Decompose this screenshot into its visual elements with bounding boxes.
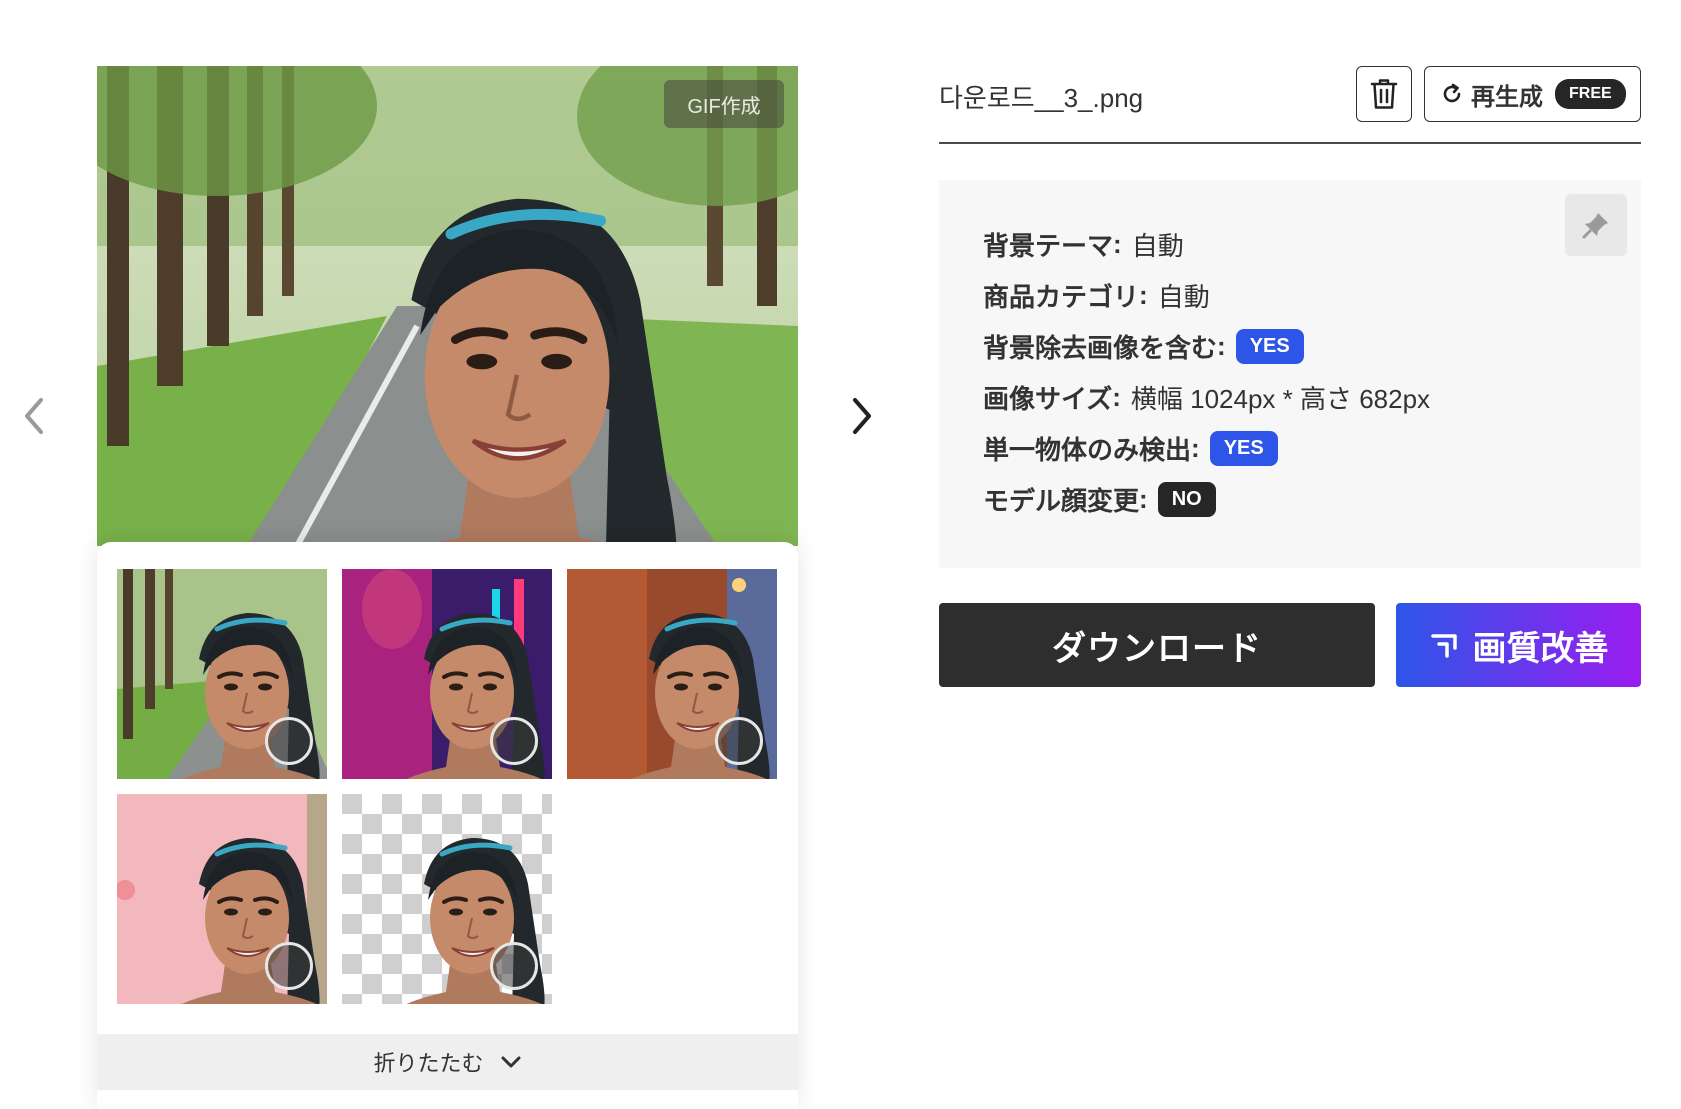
info-row-category: 商品カテゴリ : 自動 [983,277,1210,313]
variation-panel: 折りたたむ [97,542,798,1109]
info-value: 自動 [1131,230,1184,261]
select-ring-icon[interactable] [715,717,763,765]
delete-button[interactable] [1356,66,1412,122]
previous-image-button[interactable] [14,386,54,446]
thumbnail-pink[interactable] [117,794,327,1004]
info-row-include-removed-bg: 背景除去画像を含む : YES [983,328,1304,364]
regenerate-button[interactable]: 再生成 FREE [1424,66,1641,122]
upscale-icon [1430,634,1457,658]
chevron-down-icon [501,1056,520,1068]
pin-button[interactable] [1565,194,1627,256]
title-divider [939,142,1641,144]
select-ring-icon[interactable] [490,942,538,990]
select-ring-icon[interactable] [265,942,313,990]
free-badge: FREE [1555,79,1626,109]
info-row-single-object: 単一物体のみ検出 : YES [983,430,1278,466]
info-key: モデル顔変更 [983,485,1140,516]
info-key: 背景除去画像を含む [983,332,1218,363]
preview-photo [97,66,798,546]
thumbnail-neon[interactable] [342,569,552,779]
select-ring-icon[interactable] [265,717,313,765]
info-key: 背景テーマ [983,230,1114,261]
thumbnail-transparent[interactable] [342,794,552,1004]
yes-badge: YES [1209,430,1278,466]
file-name-title: 다운로드__3_.png [939,83,1144,113]
generation-settings-panel: 背景テーマ : 自動 商品カテゴリ : 自動 背景除去画像を含む : YES 画… [939,180,1641,568]
enhance-quality-button[interactable]: 画質改善 [1396,603,1641,687]
collapse-button[interactable]: 折りたたむ [97,1034,798,1090]
next-image-button[interactable] [842,386,882,446]
info-row-bg-theme: 背景テーマ : 自動 [983,226,1184,262]
yes-badge: YES [1235,328,1304,364]
info-row-image-size: 画像サイズ : 横幅 1024px * 高さ 682px [983,379,1430,415]
info-key: 画像サイズ [983,383,1113,414]
info-key: 単一物体のみ検出 [983,434,1192,465]
download-button[interactable]: ダウンロード [939,603,1375,687]
thumbnail-brick[interactable] [567,569,777,779]
create-gif-button[interactable]: GIF作成 [664,80,784,128]
main-preview-image: GIF作成 [97,66,798,546]
enhance-label: 画質改善 [1472,629,1609,668]
pin-icon [1582,213,1608,239]
select-ring-icon[interactable] [490,717,538,765]
collapse-label: 折りたたむ [373,1051,484,1076]
info-value: 横幅 1024px * 高さ 682px [1130,383,1431,414]
info-key: 商品カテゴリ [983,281,1140,312]
chevron-left-icon [25,398,43,434]
refresh-icon [1443,83,1461,103]
trash-icon [1370,79,1398,109]
thumbnail-park[interactable] [117,569,327,779]
chevron-right-icon [853,398,871,434]
no-badge: NO [1157,481,1216,517]
regenerate-label: 再生成 [1471,83,1543,111]
info-row-model-face-change: モデル顔変更 : NO [983,481,1216,517]
info-value: 自動 [1157,281,1210,312]
